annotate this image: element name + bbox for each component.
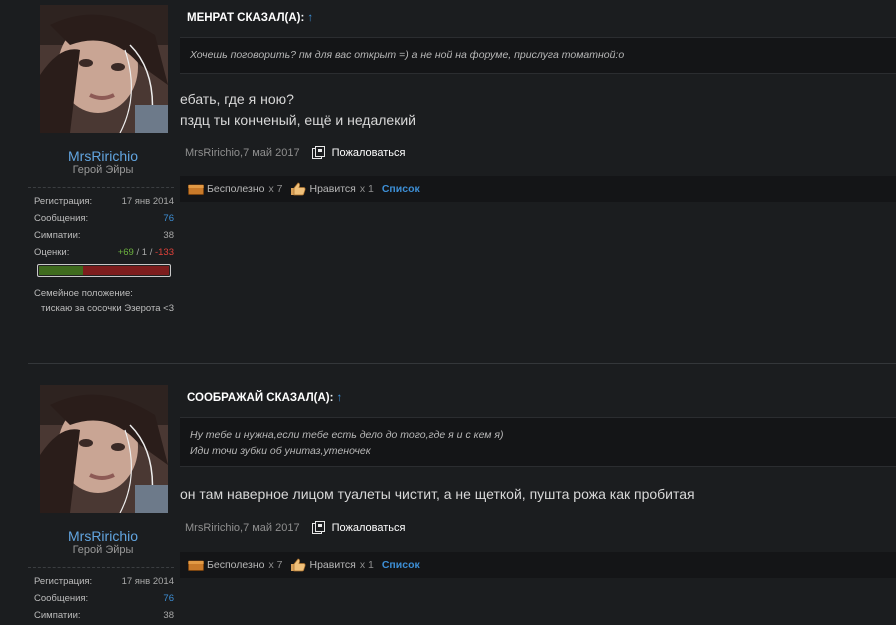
stat-likes: Симпатии: 38	[34, 230, 174, 247]
meta-author-link[interactable]: MrsRirichio	[185, 147, 240, 159]
message-line: пздц ты конченый, ещё и недалекий	[180, 112, 416, 128]
message-body: ебать, где я ною? пздц ты конченый, ещё …	[180, 89, 416, 131]
post: MrsRirichio Герой Эйры Регистрация: 17 я…	[0, 0, 896, 362]
stat-likes: Симпатии: 38	[34, 610, 174, 625]
rating-negative: -133	[154, 247, 174, 258]
quote-block: Ну тебе и нужна,если тебе есть дело до т…	[180, 417, 896, 467]
report-icon	[311, 146, 326, 159]
thumbs-up-icon	[291, 558, 306, 572]
report-button[interactable]: Пожаловаться	[311, 521, 406, 534]
quote-author: СООБРАЖАЙ СКАЗАЛ(А):	[187, 392, 334, 404]
rating-like-count: x 1	[359, 183, 374, 195]
avatar[interactable]	[40, 385, 168, 513]
thumbs-up-icon	[291, 182, 306, 196]
stat-value: 38	[163, 230, 174, 241]
rating-like[interactable]: Нравится x 1	[290, 182, 374, 196]
stat-label: Регистрация:	[34, 196, 93, 207]
quote-jump-arrow-icon[interactable]: ↑	[307, 12, 313, 24]
rating-like-label: Нравится	[309, 183, 356, 195]
rating-useless-label: Бесполезно	[207, 183, 265, 195]
stat-messages[interactable]: Сообщения: 76	[34, 593, 174, 610]
stat-ratings: Оценки: +69 / 1 / -133	[34, 247, 174, 264]
rating-useless[interactable]: Бесполезно x 7	[188, 559, 282, 571]
messages-count-link[interactable]: 76	[163, 213, 174, 230]
messages-count-link[interactable]: 76	[163, 593, 174, 610]
user-stats: Регистрация: 17 янв 2014 Сообщения: 76 С…	[34, 196, 174, 314]
rating-useless[interactable]: Бесполезно x 7	[188, 183, 282, 195]
user-title: Герой Эйры	[72, 544, 134, 556]
stat-registration: Регистрация: 17 янв 2014	[34, 576, 174, 593]
rating-separator: /	[133, 247, 142, 258]
family-status-value: тискаю за сосочки Эзерота <3	[41, 303, 174, 314]
quote-text: Иди точи зубки об унитаз,утеночек	[190, 445, 371, 457]
quote-text: Хочешь поговорить? пм для вас открыт =) …	[190, 49, 625, 61]
rating-like[interactable]: Нравится x 1	[290, 558, 374, 572]
post-separator	[28, 363, 896, 364]
post-meta: MrsRirichio, 7 май 2017 Пожаловаться	[185, 521, 405, 534]
rating-negative-fill	[83, 266, 169, 275]
report-icon	[311, 521, 326, 534]
message-line: ебать, где я ною?	[180, 91, 294, 107]
stat-registration: Регистрация: 17 янв 2014	[34, 196, 174, 213]
rating-positive-fill	[39, 266, 84, 275]
quote-author: МЕНРАТ СКАЗАЛ(А):	[187, 12, 305, 24]
stat-value: 17 янв 2014	[121, 196, 174, 207]
meta-date-link[interactable]: 7 май 2017	[243, 147, 300, 159]
box-icon	[188, 184, 204, 195]
username-link[interactable]: MrsRirichio	[28, 528, 178, 544]
ratings-summary: Бесполезно x 7 Нравится x 1 Список	[180, 176, 896, 202]
stat-label: Симпатии:	[34, 230, 81, 241]
stat-label: Регистрация:	[34, 576, 93, 587]
rating-values: +69 / 1 / -133	[118, 247, 174, 264]
divider	[28, 187, 174, 188]
report-label: Пожаловаться	[331, 146, 406, 159]
family-status-label: Семейное положение:	[34, 288, 133, 299]
rating-useless-count: x 7	[268, 183, 283, 195]
meta-author-link[interactable]: MrsRirichio	[185, 522, 240, 534]
meta-date-link[interactable]: 7 май 2017	[243, 522, 300, 534]
quote-jump-arrow-icon[interactable]: ↑	[336, 392, 342, 404]
message-body: он там наверное лицом туалеты чистит, а …	[180, 484, 695, 505]
stat-label: Сообщения:	[34, 213, 89, 224]
stat-messages[interactable]: Сообщения: 76	[34, 213, 174, 230]
rating-like-count: x 1	[359, 559, 374, 571]
user-stats: Регистрация: 17 янв 2014 Сообщения: 76 С…	[34, 576, 174, 625]
rating-like-label: Нравится	[309, 559, 356, 571]
user-title: Герой Эйры	[72, 164, 134, 176]
quote-text: Ну тебе и нужна,если тебе есть дело до т…	[190, 429, 504, 441]
rating-progress-bar	[37, 264, 171, 277]
post-meta: MrsRirichio, 7 май 2017 Пожаловаться	[185, 146, 405, 159]
avatar[interactable]	[40, 5, 168, 133]
ratings-summary: Бесполезно x 7 Нравится x 1 Список	[180, 552, 896, 578]
report-label: Пожаловаться	[331, 521, 406, 534]
ratings-list-link[interactable]: Список	[382, 183, 420, 195]
message-line: он там наверное лицом туалеты чистит, а …	[180, 486, 695, 502]
box-icon	[188, 560, 204, 571]
stat-value: 17 янв 2014	[121, 576, 174, 587]
rating-useless-label: Бесполезно	[207, 559, 265, 571]
rating-separator: /	[147, 247, 155, 258]
stat-label: Сообщения:	[34, 593, 89, 604]
stat-label: Симпатии:	[34, 610, 81, 621]
username-link[interactable]: MrsRirichio	[28, 148, 178, 164]
stat-value: 38	[163, 610, 174, 621]
quote-block: Хочешь поговорить? пм для вас открыт =) …	[180, 37, 896, 74]
post: MrsRirichio Герой Эйры Регистрация: 17 я…	[0, 380, 896, 625]
ratings-list-link[interactable]: Список	[382, 559, 420, 571]
rating-useless-count: x 7	[268, 559, 283, 571]
quote-header: СООБРАЖАЙ СКАЗАЛ(А): ↑	[187, 392, 342, 404]
stat-label: Оценки:	[34, 247, 70, 258]
report-button[interactable]: Пожаловаться	[311, 146, 406, 159]
quote-header: МЕНРАТ СКАЗАЛ(А): ↑	[187, 12, 313, 24]
rating-positive: +69	[117, 247, 134, 258]
divider	[28, 567, 174, 568]
